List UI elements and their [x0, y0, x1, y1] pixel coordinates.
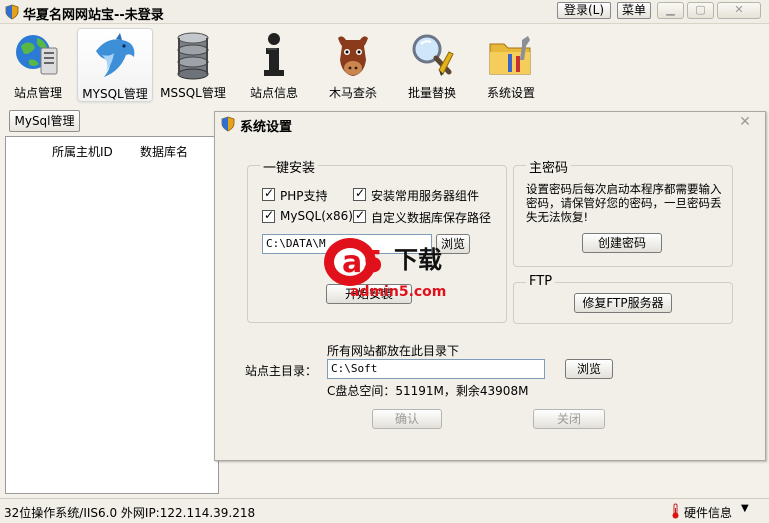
repair-ftp-button[interactable]: 修复FTP服务器	[574, 293, 672, 313]
close-window-button[interactable]: ✕	[717, 2, 761, 19]
main-toolbar: 站点管理 MYSQL管理 MSSQL管理 站点信息 木马查杀 批量替换 系统设置	[0, 24, 769, 106]
site-root-note: 所有网站都放在此目录下	[327, 344, 460, 358]
hardware-info-button[interactable]: 硬件信息	[684, 504, 732, 521]
php-support-label: PHP支持	[280, 189, 328, 203]
confirm-button[interactable]: 确认	[372, 409, 442, 429]
create-password-button[interactable]: 创建密码	[582, 233, 662, 253]
components-label: 安装常用服务器组件	[371, 189, 480, 203]
toolbar-label: MYSQL管理	[82, 87, 148, 101]
watermark-url: admin5.com	[350, 284, 446, 300]
toolbar-label: MSSQL管理	[160, 86, 226, 100]
app-shield-icon	[221, 116, 235, 132]
site-root-browse-button[interactable]: 浏览	[565, 359, 613, 379]
a5-logo-icon: a5 下载 admin5.com	[324, 238, 446, 300]
toolbar-label: 站点管理	[13, 86, 62, 100]
dialog-title: 系统设置	[240, 120, 293, 135]
group-legend: 主密码	[526, 157, 572, 176]
disk-space-info: C盘总空间：51191M，剩余43908M	[327, 384, 529, 398]
site-root-input[interactable]: C:\Soft	[327, 359, 545, 379]
window-title: 华夏名网网站宝--未登录	[23, 8, 164, 23]
database-icon	[177, 32, 209, 80]
column-header-host-id[interactable]: 所属主机ID	[52, 143, 113, 160]
watermark: a5 下载 admin5.com	[316, 232, 462, 307]
toolbar-label: 系统设置	[486, 86, 535, 100]
info-icon	[264, 33, 284, 76]
globe-server-icon	[16, 35, 58, 75]
mysql-checkbox[interactable]	[262, 208, 275, 223]
toolbar-system-settings[interactable]: 系统设置	[473, 28, 549, 102]
mysql-manage-tab[interactable]: MySql管理	[9, 110, 80, 132]
status-bar: 32位操作系统/IIS6.0 外网IP:122.114.39.218 硬件信息 …	[0, 498, 769, 523]
watermark-brand: a5	[342, 245, 383, 280]
toolbar-trojan-scan[interactable]: 木马查杀	[315, 28, 391, 102]
watermark-sub: 下载	[394, 246, 442, 274]
column-header-db-name[interactable]: 数据库名	[140, 143, 188, 160]
magnifier-icon	[412, 34, 454, 76]
toolbar-site-info[interactable]: 站点信息	[236, 28, 312, 102]
toolbar-site-manage[interactable]: 站点管理	[0, 28, 76, 102]
maximize-button[interactable]: ▢	[687, 2, 714, 19]
dialog-close-button[interactable]: ✕	[735, 115, 755, 131]
settings-dialog: 系统设置 ✕ 一键安装 PHP支持 安装常用服务器组件 MySQL(x86) 自…	[214, 111, 766, 461]
dialog-cancel-button[interactable]: 关闭	[533, 409, 605, 429]
ftp-group: FTP 修复FTP服务器	[513, 274, 733, 324]
login-button[interactable]: 登录(L)	[557, 2, 611, 19]
thermometer-icon	[672, 503, 679, 519]
toolbar-label: 批量替换	[407, 86, 456, 100]
components-checkbox[interactable]	[353, 186, 366, 201]
dolphin-icon	[96, 33, 135, 77]
toolbar-batch-replace[interactable]: 批量替换	[394, 28, 470, 102]
group-legend: 一键安装	[260, 157, 319, 176]
status-text: 32位操作系统/IIS6.0 外网IP:122.114.39.218	[4, 506, 256, 520]
database-list[interactable]: 所属主机ID 数据库名	[5, 136, 219, 494]
chevron-down-icon[interactable]: ▼	[741, 503, 749, 514]
master-password-description: 设置密码后每次启动本程序都需要输入密码，请保管好您的密码，一旦密码丢失无法恢复!	[526, 182, 722, 224]
custom-db-path-checkbox[interactable]	[353, 208, 366, 223]
custom-db-path-label: 自定义数据库保存路径	[371, 211, 492, 225]
master-password-group: 主密码 设置密码后每次启动本程序都需要输入密码，请保管好您的密码，一旦密码丢失无…	[513, 157, 733, 267]
mysql-label: MySQL(x86)	[280, 209, 353, 223]
minimize-button[interactable]: ▁	[657, 2, 684, 19]
toolbar-label: 木马查杀	[328, 86, 377, 100]
site-root-label: 站点主目录：	[245, 364, 318, 378]
horse-icon	[338, 36, 368, 76]
toolbar-mysql-manage[interactable]: MYSQL管理	[77, 28, 153, 102]
toolbar-mssql-manage[interactable]: MSSQL管理	[155, 28, 231, 102]
group-legend: FTP	[526, 274, 556, 289]
toolbar-label: 站点信息	[249, 86, 298, 100]
app-shield-icon	[5, 4, 19, 20]
menu-button[interactable]: 菜单	[617, 2, 651, 19]
folder-tools-icon	[489, 36, 531, 75]
php-support-checkbox[interactable]	[262, 186, 275, 201]
